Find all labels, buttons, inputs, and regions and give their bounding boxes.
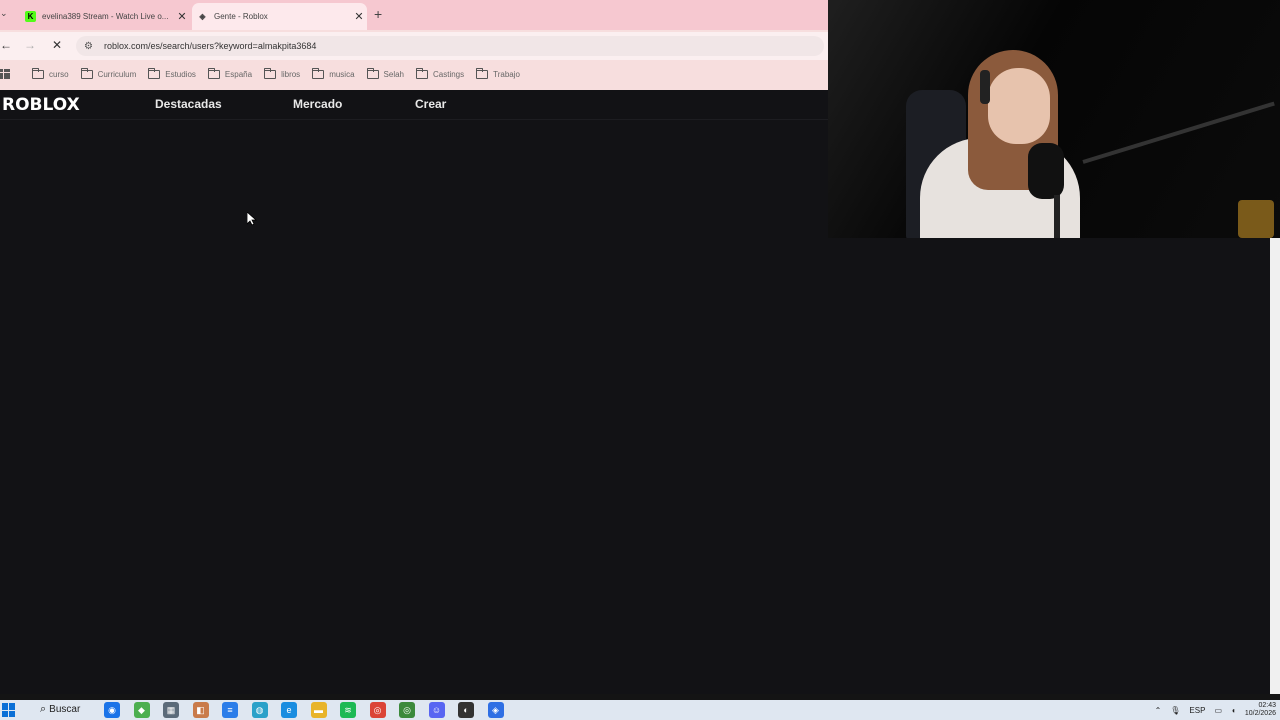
screen: ⌄ K evelina389 Stream - Watch Live o... … [0,0,1280,720]
bookmark-label: Curriculum [97,69,137,79]
roblox-logo[interactable]: ROBLOX [2,95,80,115]
bookmark-folder-castings[interactable]: Castings [416,67,465,79]
bookmark-label: Estudios [165,69,196,79]
nav-destacadas[interactable]: Destacadas [155,97,222,111]
folder-icon [312,67,325,79]
back-arrow-icon[interactable]: ← [0,38,12,52]
chevron-up-icon[interactable]: ⌃ [1155,706,1162,715]
chrome-profile-icon[interactable]: ◎ [399,702,415,718]
close-tab-icon[interactable]: ✕ [174,10,190,23]
mic-boom-arm [1082,101,1275,164]
microphone [1028,143,1064,199]
bookmark-folder-trabajo[interactable]: Trabajo [476,67,520,79]
discord-icon[interactable]: ☺ [428,702,445,718]
tab-strip: ⌄ K evelina389 Stream - Watch Live o... … [0,0,828,30]
browser-toolbar: ← → ✕ ⚙ roblox.com/es/search/users?keywo… [0,32,828,60]
clock[interactable]: 02:43 10/2/2026 [1245,702,1276,718]
clock-time: 02:43 [1258,702,1276,709]
store-icon[interactable]: ◧ [192,702,209,718]
spotify-icon[interactable]: ≋ [340,702,356,718]
tab-roblox-gente[interactable]: ◈ Gente - Roblox ✕ [192,3,367,30]
bookmark-label: Castings [433,69,465,79]
maps-icon[interactable]: ◉ [104,702,120,718]
volume-icon[interactable]: ◖ [1231,706,1236,715]
stop-loading-icon[interactable]: ✕ [52,38,62,52]
tab-search-chevron-icon[interactable]: ⌄ [0,8,10,22]
close-tab-icon[interactable]: ✕ [351,10,367,23]
network-icon[interactable]: ▭ [1214,706,1222,715]
nav-mercado[interactable]: Mercado [293,97,342,111]
headset [980,70,990,104]
scrollbar[interactable] [1270,238,1280,694]
bookmark-folder-musica[interactable]: musica [312,67,355,79]
microphone-stand [1054,195,1060,238]
folder-icon [264,67,277,79]
folder-icon [366,67,379,79]
chrome-icon[interactable]: ◎ [369,702,386,718]
language-indicator[interactable]: ESP [1189,706,1205,715]
clock-date: 10/2/2026 [1244,710,1276,717]
bookmark-label: Trabajo [493,69,520,79]
windows-start-icon[interactable] [2,703,16,717]
tab-kick-stream[interactable]: K evelina389 Stream - Watch Live o... ✕ [20,3,190,30]
microphone-icon[interactable]: 🎙 [1170,706,1180,715]
browser-window: ⌄ K evelina389 Stream - Watch Live o... … [0,0,828,90]
taskbar-apps: ◉ ◆ ▦ ◧ ≡ ◍ e ▬ ≋ ◎ ◎ ☺ ◐ ◈ [104,702,517,718]
globe-icon[interactable]: ◍ [251,702,268,718]
url-text[interactable]: roblox.com/es/search/users?keyword=almak… [104,41,316,51]
folder-icon [148,67,161,79]
bookmark-folder-espana[interactable]: España [207,67,253,79]
bookmark-folder-selah[interactable]: Selah [366,67,404,79]
notes-icon[interactable]: ≡ [222,702,238,718]
bookmark-label: libros [281,69,301,79]
address-bar[interactable]: ⚙ roblox.com/es/search/users?keyword=alm… [76,36,824,56]
bookmark-label: Selah [383,69,404,79]
forward-arrow-icon[interactable]: → [24,38,36,52]
background-lamp [1238,200,1274,238]
search-label: Buscar [49,704,81,715]
bookmark-label: musica [329,69,355,79]
folder-icon[interactable]: ▬ [310,702,327,718]
calculator-icon[interactable]: ▦ [163,702,179,718]
bookmark-folder-curso[interactable]: curso [32,67,69,79]
roblox-icon: ◈ [199,12,206,21]
tab-title: evelina389 Stream - Watch Live o... [42,12,169,21]
folder-icon [416,67,428,79]
edge-icon[interactable]: e [281,702,297,718]
roblox-studio-icon[interactable]: ◈ [487,702,504,718]
streamer-face [988,68,1050,144]
app-icon[interactable]: ◆ [133,702,150,718]
taskbar: ⌕ Buscar ◉ ◆ ▦ ◧ ≡ ◍ e ▬ ≋ ◎ ◎ ☺ ◐ ◈ ⌃ 🎙 ESP ▭ ◖ 02:4… [0,700,1280,720]
webcam-overlay [828,0,1280,238]
folder-icon [80,67,93,79]
obs-icon[interactable]: ◐ [458,702,474,718]
folder-icon [207,67,220,79]
system-tray: ⌃ 🎙 ESP ▭ ◖ 02:43 10/2/2026 [1155,700,1280,720]
folder-icon [32,67,44,79]
site-settings-icon[interactable]: ⚙ [84,41,96,52]
kick-icon: K [25,11,36,22]
taskbar-search[interactable]: ⌕ Buscar [40,703,80,716]
bookmark-label: España [224,69,253,79]
bookmarks-bar: curso Curriculum Estudios España libros … [0,64,828,84]
roblox-top-nav: ROBLOX Destacadas Mercado Crear [0,90,828,120]
bookmark-folder-libros[interactable]: libros [264,67,301,79]
tab-title: Gente - Roblox [214,12,268,21]
apps-grid-icon[interactable] [0,69,10,79]
bookmark-label: curso [49,69,69,79]
bookmark-folder-estudios[interactable]: Estudios [148,67,196,79]
search-icon: ⌕ [40,703,47,715]
new-tab-button[interactable]: + [374,6,382,22]
nav-crear[interactable]: Crear [415,97,446,111]
bookmark-folder-curriculum[interactable]: Curriculum [80,67,137,79]
folder-icon [476,67,489,79]
